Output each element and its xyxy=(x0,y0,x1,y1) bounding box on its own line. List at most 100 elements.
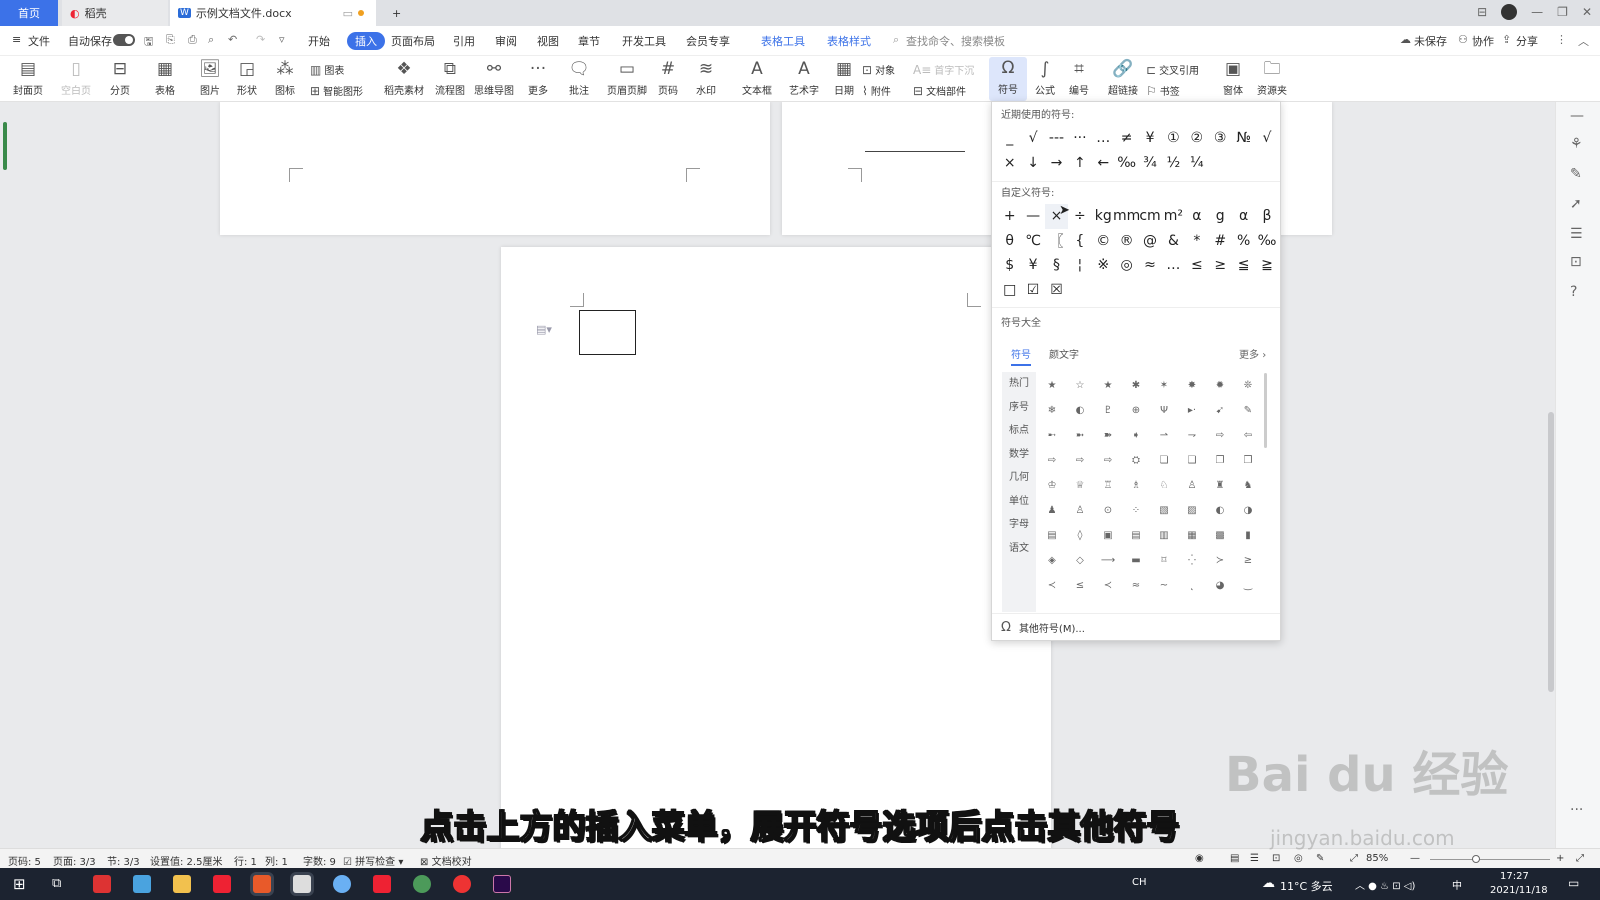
fullscreen-icon[interactable]: ⤢ xyxy=(1576,853,1584,864)
category-item[interactable]: 字母 xyxy=(1002,513,1036,537)
help-icon[interactable]: ? xyxy=(1570,284,1577,300)
library-symbol[interactable]: ▦ xyxy=(1178,523,1206,548)
page-break-button[interactable]: ⊟ 分页 xyxy=(100,58,140,97)
doc-parts-button[interactable]: ⊟ 文档部件 xyxy=(913,83,966,99)
app-icon-1[interactable] xyxy=(93,875,111,893)
library-symbol[interactable]: ❐ xyxy=(1206,448,1234,473)
library-symbol[interactable]: ⇨ xyxy=(1038,448,1066,473)
library-symbol[interactable]: ♞ xyxy=(1234,473,1262,498)
menu-review[interactable]: 审阅 xyxy=(495,33,517,49)
library-symbol[interactable]: ❒ xyxy=(1234,448,1262,473)
library-symbol[interactable]: ➧ xyxy=(1122,423,1150,448)
recent-symbol[interactable]: № xyxy=(1232,126,1255,151)
custom-symbol[interactable]: ☒ xyxy=(1045,278,1068,303)
ime-ch-icon[interactable]: CH xyxy=(1132,877,1147,888)
view-globe-icon[interactable]: ◎ xyxy=(1294,853,1303,864)
restore-icon[interactable]: ❐ xyxy=(1557,5,1568,19)
library-symbol[interactable]: ≤ xyxy=(1066,573,1094,598)
library-symbol[interactable]: ⇨ xyxy=(1206,423,1234,448)
new-tab-button[interactable]: + xyxy=(384,0,401,26)
library-symbol[interactable]: ✶ xyxy=(1150,373,1178,398)
library-symbol[interactable]: ❑ xyxy=(1178,448,1206,473)
library-symbol[interactable]: ✱ xyxy=(1122,373,1150,398)
tab-daoke[interactable]: ◐ 稻壳 xyxy=(62,0,168,26)
recent-symbol[interactable]: --- xyxy=(1045,126,1068,151)
custom-symbol[interactable]: ÷ xyxy=(1068,204,1091,229)
library-symbol[interactable]: ◇ xyxy=(1066,548,1094,573)
proofread-button[interactable]: ⊠ 文档校对 xyxy=(420,853,472,868)
library-symbol[interactable]: ≻ xyxy=(1206,548,1234,573)
tab-symbols[interactable]: 符号 xyxy=(1011,346,1031,366)
library-symbol[interactable]: ❄ xyxy=(1038,398,1066,423)
library-symbol[interactable]: ♖ xyxy=(1094,473,1122,498)
redo-icon[interactable]: ↷ xyxy=(256,33,265,46)
recent-symbol[interactable]: ¼ xyxy=(1185,151,1208,176)
table-cell[interactable] xyxy=(579,310,636,355)
menu-view[interactable]: 视图 xyxy=(537,33,559,49)
category-item[interactable]: 热门 xyxy=(1002,372,1036,396)
library-symbol[interactable]: ✹ xyxy=(1206,373,1234,398)
library-symbol[interactable]: ⇀ xyxy=(1150,423,1178,448)
library-symbol[interactable]: ♇ xyxy=(1094,398,1122,423)
page-3[interactable]: ▤▾ xyxy=(501,247,1051,848)
screen-icon[interactable]: ▭ xyxy=(343,7,353,20)
custom-symbol[interactable]: cm xyxy=(1138,204,1161,229)
custom-symbol[interactable]: m² xyxy=(1162,204,1185,229)
custom-symbol[interactable]: ≤ xyxy=(1185,253,1208,278)
smartart-button[interactable]: ⊞ 智能图形 xyxy=(310,83,363,99)
custom-symbol[interactable]: α xyxy=(1232,204,1255,229)
app-icon-7[interactable] xyxy=(333,875,351,893)
vertical-scrollbar[interactable] xyxy=(1548,122,1554,722)
settings-slider-icon[interactable]: ☰ xyxy=(1570,226,1583,242)
view-web-icon[interactable]: ⊡ xyxy=(1272,853,1280,864)
library-symbol[interactable]: ˛ xyxy=(1178,573,1206,598)
other-symbols-button[interactable]: Ω 其他符号(M)... xyxy=(1001,620,1085,635)
recent-symbol[interactable]: ¾ xyxy=(1138,151,1161,176)
library-symbol[interactable]: ◐ xyxy=(1206,498,1234,523)
library-symbol[interactable]: ➸ xyxy=(1038,423,1066,448)
windows-start-icon[interactable]: ⊞ xyxy=(13,875,26,893)
eye-icon[interactable]: ◉ xyxy=(1195,853,1204,864)
textbox-button[interactable]: A 文本框 xyxy=(737,58,777,97)
category-item[interactable]: 几何 xyxy=(1002,466,1036,490)
font-window-button[interactable]: ▣ 窗体 xyxy=(1213,58,1253,97)
comment-button[interactable]: 🗨 批注 xyxy=(559,58,599,97)
library-symbol[interactable]: ▤ xyxy=(1122,523,1150,548)
library-symbol[interactable]: Ψ xyxy=(1150,398,1178,423)
custom-symbol[interactable]: β xyxy=(1255,204,1278,229)
recent-symbol[interactable]: ½ xyxy=(1162,151,1185,176)
menu-table-tools[interactable]: 表格工具 xyxy=(761,33,805,49)
custom-symbol[interactable]: θ xyxy=(998,229,1021,254)
recent-symbol[interactable]: ③ xyxy=(1209,126,1232,151)
picture-button[interactable]: 🖼 图片 xyxy=(190,58,230,97)
custom-symbol[interactable]: 〖 xyxy=(1045,229,1068,254)
library-symbol[interactable]: ❊ xyxy=(1234,373,1262,398)
menu-chapter[interactable]: 章节 xyxy=(578,33,600,49)
library-symbol[interactable]: ♟ xyxy=(1038,498,1066,523)
library-symbol[interactable]: ♘ xyxy=(1150,473,1178,498)
close-icon[interactable]: ✕ xyxy=(1582,5,1592,19)
library-symbol[interactable]: ~ xyxy=(1150,573,1178,598)
chart-button[interactable]: ▥ 图表 xyxy=(310,62,344,78)
chrome-icon[interactable] xyxy=(413,875,431,893)
file-explorer-icon[interactable] xyxy=(173,875,191,893)
library-symbol[interactable]: ♙ xyxy=(1178,473,1206,498)
library-scrollbar[interactable] xyxy=(1264,373,1267,448)
library-symbol[interactable]: ⟶ xyxy=(1094,548,1122,573)
recent-symbol[interactable]: ① xyxy=(1162,126,1185,151)
library-symbol[interactable]: ♙ xyxy=(1066,498,1094,523)
library-symbol[interactable]: ≈ xyxy=(1122,573,1150,598)
custom-symbol[interactable]: & xyxy=(1162,229,1185,254)
custom-symbol[interactable]: g xyxy=(1209,204,1232,229)
category-item[interactable]: 标点 xyxy=(1002,419,1036,443)
library-symbol[interactable]: ♔ xyxy=(1038,473,1066,498)
library-symbol[interactable]: ☆ xyxy=(1066,373,1094,398)
tab-home[interactable]: 首页 xyxy=(0,0,58,26)
daoke-material-button[interactable]: ❖ 稻壳素材 xyxy=(383,58,425,97)
search-command[interactable]: 查找命令、搜索模板 xyxy=(906,33,1005,49)
scrollbar-thumb[interactable] xyxy=(1548,412,1554,692)
custom-symbol[interactable]: © xyxy=(1092,229,1115,254)
custom-symbol[interactable]: ‰ xyxy=(1255,229,1278,254)
undo-icon[interactable]: ↶ xyxy=(228,33,237,46)
library-symbol[interactable]: ★ xyxy=(1038,373,1066,398)
